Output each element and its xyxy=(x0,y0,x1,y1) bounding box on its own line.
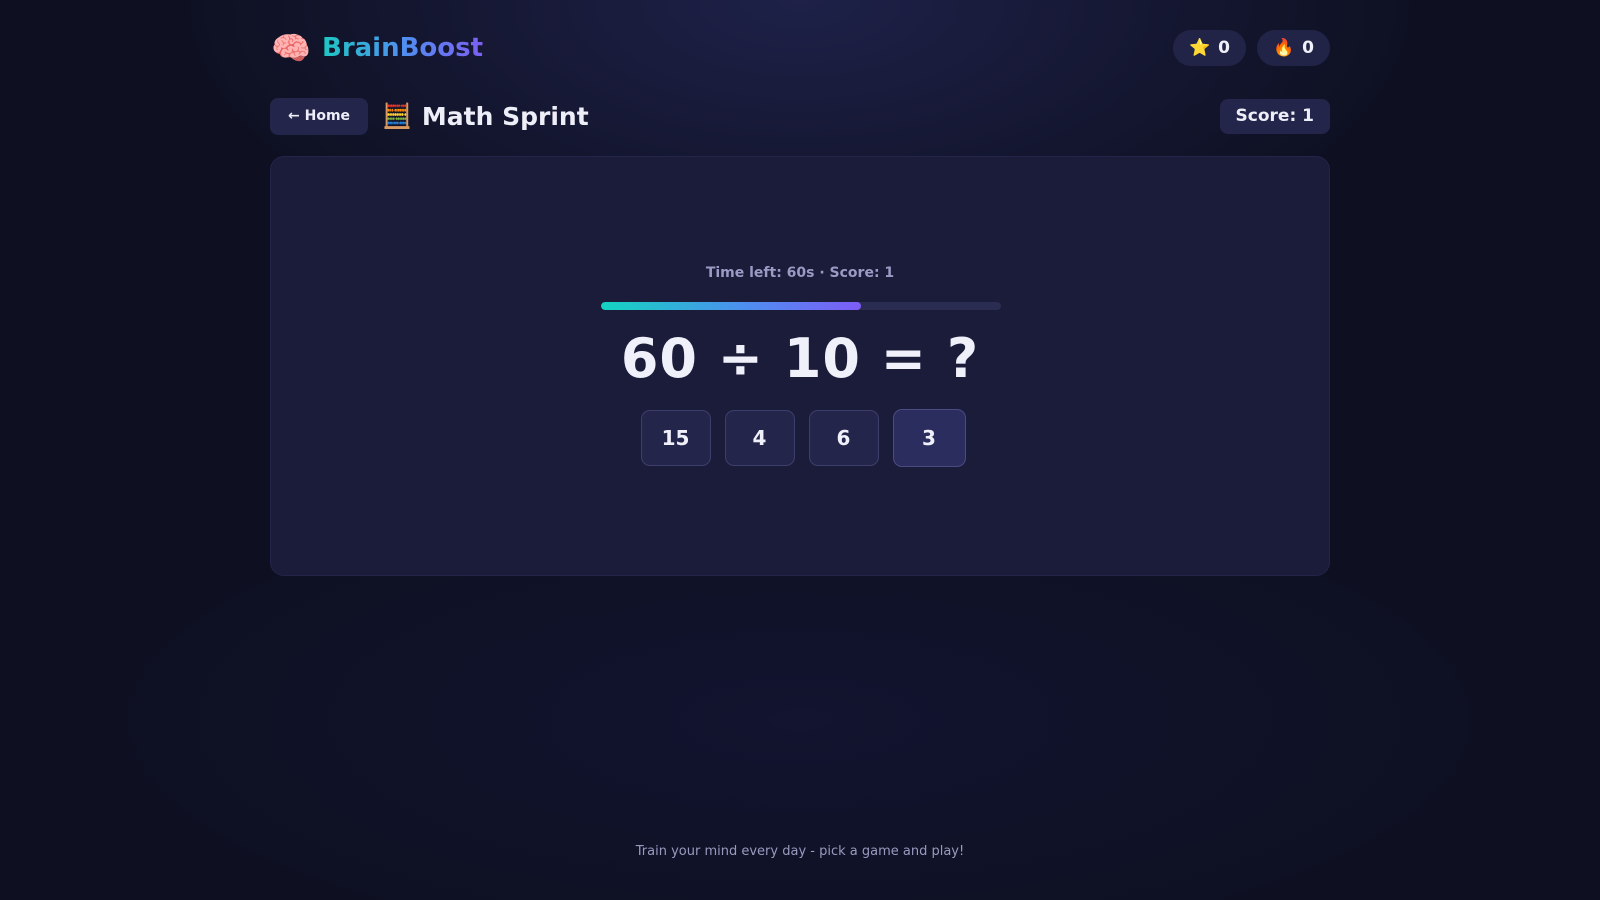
game-title-text: Math Sprint xyxy=(421,101,589,131)
brand-name: BrainBoost xyxy=(322,33,484,63)
game-header-left: ← Home 🧮 Math Sprint xyxy=(270,97,589,135)
star-icon: ⭐ xyxy=(1188,38,1211,58)
math-question: 60 ÷ 10 = ? xyxy=(620,327,980,390)
timer-progress-bar xyxy=(601,302,1001,310)
streak-count: 0 xyxy=(1302,38,1314,58)
round-status: Time left: 60s · Score: 1 xyxy=(705,265,895,281)
timer-progress-fill xyxy=(601,302,861,310)
footer-tagline: Train your mind every day - pick a game … xyxy=(635,844,965,859)
answer-button[interactable]: 4 xyxy=(724,410,795,466)
brand[interactable]: 🧠 BrainBoost xyxy=(270,32,483,64)
answer-button[interactable]: 15 xyxy=(640,410,711,466)
game-title: 🧮 Math Sprint xyxy=(382,102,589,131)
streak-badge: 🔥 0 xyxy=(1256,30,1330,66)
top-bar: 🧠 BrainBoost ⭐ 0 🔥 0 xyxy=(270,0,1330,96)
game-card: Time left: 60s · Score: 1 60 ÷ 10 = ? 15… xyxy=(270,156,1330,576)
answer-button[interactable]: 3 xyxy=(892,409,966,467)
game-header: ← Home 🧮 Math Sprint Score: 1 xyxy=(270,97,1330,135)
brain-icon: 🧠 xyxy=(271,29,311,67)
stars-count: 0 xyxy=(1218,38,1230,58)
fire-icon: 🔥 xyxy=(1272,38,1295,58)
stars-badge: ⭐ 0 xyxy=(1172,30,1246,66)
abacus-icon: 🧮 xyxy=(382,102,412,130)
app-container: 🧠 BrainBoost ⭐ 0 🔥 0 ← Home 🧮 Math Sprin… xyxy=(270,0,1330,576)
home-button[interactable]: ← Home xyxy=(270,97,369,135)
answer-options: 15 4 6 3 xyxy=(271,409,1329,467)
answer-button[interactable]: 6 xyxy=(808,410,879,466)
stats-bar: ⭐ 0 🔥 0 xyxy=(1172,30,1330,66)
score-badge: Score: 1 xyxy=(1219,98,1330,134)
